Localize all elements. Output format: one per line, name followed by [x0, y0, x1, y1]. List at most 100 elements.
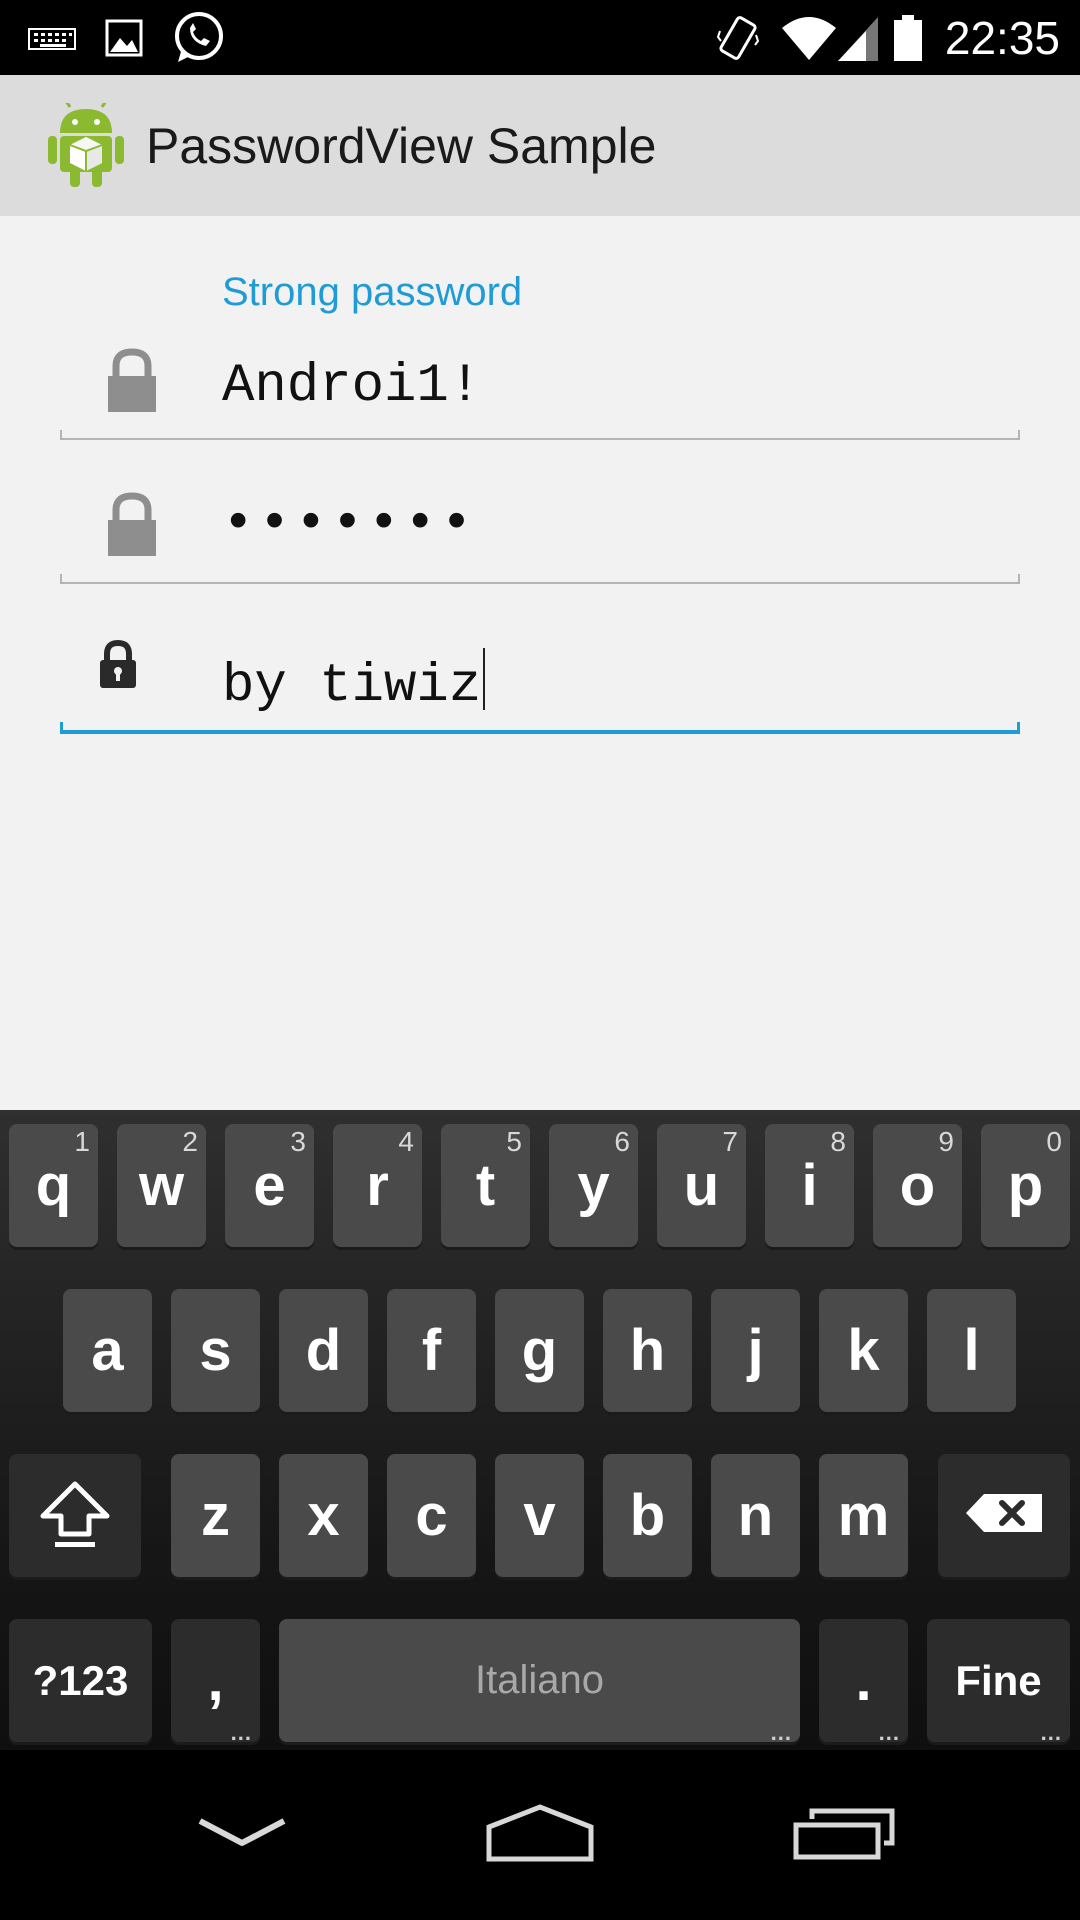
page-title: PasswordView Sample — [146, 117, 657, 174]
key-b[interactable]: b — [603, 1454, 692, 1577]
key-label: a — [91, 1318, 124, 1383]
recents-button[interactable] — [754, 1750, 934, 1920]
key-u[interactable]: u7 — [657, 1124, 746, 1247]
key-e[interactable]: e3 — [225, 1124, 314, 1247]
key-hint: 6 — [614, 1126, 630, 1157]
key-hint: 1 — [74, 1126, 90, 1157]
key-g[interactable]: g — [495, 1289, 584, 1412]
key-q[interactable]: q1 — [9, 1124, 98, 1247]
key-label: g — [521, 1318, 558, 1383]
image-icon — [104, 0, 144, 75]
key-w[interactable]: w2 — [117, 1124, 206, 1247]
recents-icon — [792, 1805, 896, 1866]
key-label: z — [201, 1483, 230, 1548]
keyboard-icon — [28, 0, 78, 75]
lock-icon[interactable] — [106, 492, 158, 563]
key-label: j — [747, 1318, 764, 1383]
key-l[interactable]: l — [927, 1289, 1016, 1412]
key-hint: 9 — [938, 1126, 954, 1157]
key-label: e — [253, 1153, 286, 1218]
lock-icon[interactable] — [106, 348, 158, 419]
vibrate-icon — [716, 0, 760, 75]
key-y[interactable]: y6 — [549, 1124, 638, 1247]
key-s[interactable]: s — [171, 1289, 260, 1412]
password-field-focused[interactable]: by tiwiz — [60, 626, 1020, 734]
more-dots: ... — [878, 1720, 900, 1745]
key-hint: 2 — [182, 1126, 198, 1157]
key-n[interactable]: n — [711, 1454, 800, 1577]
key-label: y — [577, 1153, 610, 1218]
key-label: b — [629, 1483, 666, 1548]
password-input-focused[interactable]: by tiwiz — [222, 648, 486, 717]
key-label: q — [35, 1153, 72, 1218]
key-r[interactable]: r4 — [333, 1124, 422, 1247]
key-label: , — [207, 1648, 224, 1713]
key-f[interactable]: f — [387, 1289, 476, 1412]
key-label: r — [366, 1153, 389, 1218]
comma-key[interactable]: ,... — [171, 1619, 260, 1745]
soft-keyboard: q1 w2 e3 r4 t5 y6 u7 i8 o9 p0 a s d f g … — [0, 1110, 1080, 1750]
key-label: x — [307, 1483, 340, 1548]
key-label: ?123 — [32, 1656, 129, 1704]
key-c[interactable]: c — [387, 1454, 476, 1577]
back-down-button[interactable] — [152, 1750, 332, 1920]
password-input-masked-value[interactable]: ••••••• — [222, 494, 477, 555]
space-key[interactable]: Italiano... — [279, 1619, 800, 1744]
password-strength-label: Strong password — [222, 270, 523, 314]
backspace-icon — [964, 1492, 1044, 1539]
home-button[interactable] — [450, 1750, 630, 1920]
whatsapp-icon — [170, 0, 226, 75]
key-label: i — [801, 1153, 818, 1218]
navigation-bar — [0, 1750, 1080, 1920]
key-v[interactable]: v — [495, 1454, 584, 1577]
key-label: m — [837, 1483, 890, 1548]
key-label: v — [523, 1483, 556, 1548]
lock-small-icon[interactable] — [98, 639, 138, 695]
key-k[interactable]: k — [819, 1289, 908, 1412]
key-label: c — [415, 1483, 448, 1548]
back-down-icon — [196, 1815, 288, 1856]
field-underline — [60, 574, 1020, 584]
key-hint: 3 — [290, 1126, 306, 1157]
more-dots: ... — [1040, 1720, 1062, 1745]
key-label: s — [199, 1318, 232, 1383]
key-a[interactable]: a — [63, 1289, 152, 1412]
period-key[interactable]: .... — [819, 1619, 908, 1745]
shift-key[interactable] — [9, 1454, 141, 1577]
key-o[interactable]: o9 — [873, 1124, 962, 1247]
shift-icon — [37, 1478, 113, 1553]
key-t[interactable]: t5 — [441, 1124, 530, 1247]
delete-key[interactable] — [938, 1454, 1070, 1577]
text-caret — [483, 648, 486, 710]
key-label: k — [847, 1318, 880, 1383]
password-field-masked[interactable]: ••••••• — [60, 480, 1020, 584]
key-x[interactable]: x — [279, 1454, 368, 1577]
key-p[interactable]: p0 — [981, 1124, 1070, 1247]
password-field-visible[interactable]: Androi1! — [60, 336, 1020, 440]
key-label: Fine — [955, 1656, 1042, 1704]
field-underline-focused — [60, 722, 1020, 734]
symbols-key[interactable]: ?123 — [9, 1619, 152, 1742]
key-hint: 7 — [722, 1126, 738, 1157]
key-label: t — [475, 1153, 496, 1218]
key-i[interactable]: i8 — [765, 1124, 854, 1247]
key-hint: 0 — [1046, 1126, 1062, 1157]
battery-icon — [892, 0, 924, 75]
password-input-text: by tiwiz — [222, 656, 482, 717]
key-label: o — [899, 1153, 936, 1218]
more-dots: ... — [230, 1720, 252, 1745]
signal-icon — [836, 0, 880, 75]
key-label: p — [1007, 1153, 1044, 1218]
key-h[interactable]: h — [603, 1289, 692, 1412]
clock: 22:35 — [944, 11, 1060, 64]
key-z[interactable]: z — [171, 1454, 260, 1577]
status-bar: 22:35 — [0, 0, 1080, 75]
key-d[interactable]: d — [279, 1289, 368, 1412]
password-input-value[interactable]: Androi1! — [222, 356, 481, 417]
key-m[interactable]: m — [819, 1454, 908, 1577]
wifi-icon — [780, 0, 838, 75]
key-j[interactable]: j — [711, 1289, 800, 1412]
key-hint: 5 — [506, 1126, 522, 1157]
key-label: n — [737, 1483, 774, 1548]
done-key[interactable]: Fine... — [927, 1619, 1070, 1745]
